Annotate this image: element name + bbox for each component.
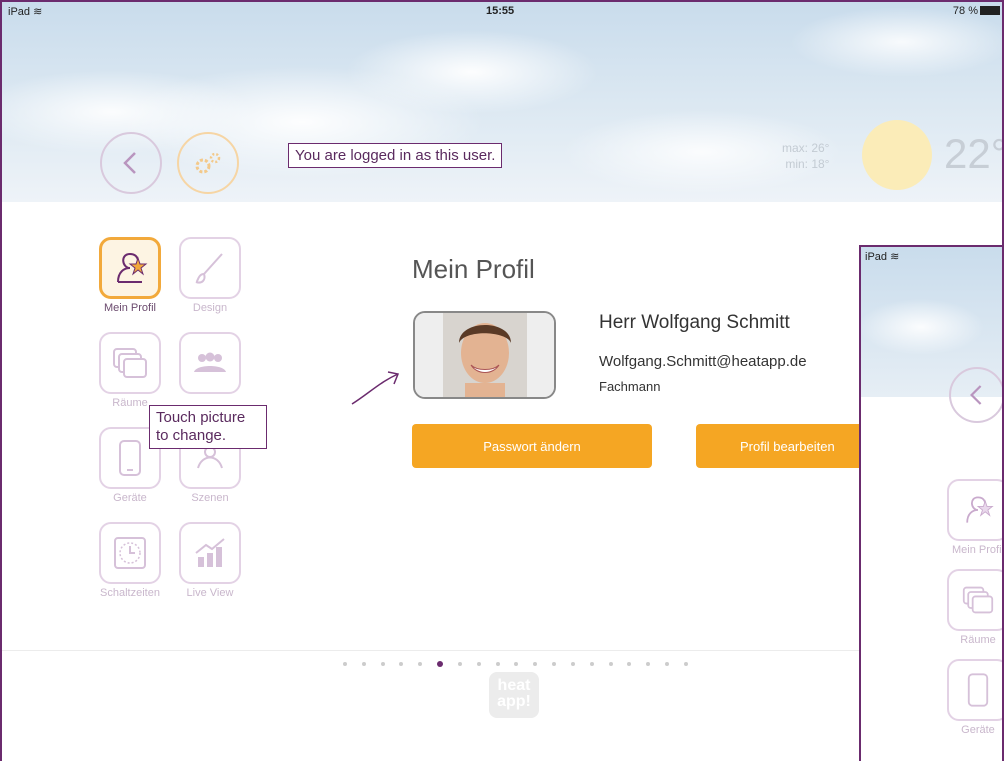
chevron-left-icon	[123, 152, 136, 174]
menu-item-rooms[interactable]: Räume	[97, 332, 163, 409]
menu-label: Schaltzeiten	[100, 587, 160, 599]
profile-name: Herr Wolfgang Schmitt	[599, 312, 790, 333]
page-dot[interactable]	[552, 662, 557, 666]
page-dot[interactable]	[495, 662, 500, 666]
page-dot[interactable]	[627, 662, 632, 666]
clock-icon	[114, 537, 146, 569]
page-dot[interactable]	[665, 662, 670, 666]
app-frame: iPad ≋ 15:55 78 % You are logged in as t…	[0, 0, 1004, 761]
menu-label: Geräte	[113, 492, 147, 504]
temp-min: min: 18°	[785, 157, 830, 171]
page-dot[interactable]	[457, 662, 462, 666]
arrow-icon	[351, 371, 400, 405]
tablet-icon	[119, 440, 141, 476]
divider	[2, 650, 1002, 651]
change-password-button[interactable]: Passwort ändern	[412, 424, 652, 468]
chart-icon	[195, 538, 225, 567]
battery-indicator: 78 %	[953, 5, 1000, 17]
page-dot-active[interactable]	[437, 661, 444, 667]
profile-email: Wolfgang.Schmitt@heatapp.de	[599, 353, 807, 370]
inset-menu-item-devices: Geräte	[945, 659, 1002, 736]
inset-menu-item-rooms: Räume	[945, 569, 1002, 646]
profile-picture[interactable]	[413, 311, 556, 399]
profile-star-icon	[117, 252, 148, 283]
page-dot[interactable]	[570, 662, 575, 666]
menu-item-schedules[interactable]: Schaltzeiten	[97, 522, 163, 599]
carrier-label: iPad ≋	[8, 6, 43, 18]
menu-label: Design	[192, 302, 228, 314]
menu-item-design[interactable]: Design	[177, 237, 243, 314]
profile-role: Fachmann	[599, 379, 661, 394]
page-title: Mein Profil	[412, 254, 535, 284]
page-dot[interactable]	[418, 662, 423, 666]
menu-item-live-view[interactable]: Live View	[177, 522, 243, 599]
wifi-icon: ≋	[33, 6, 43, 18]
page-dot[interactable]	[343, 662, 347, 666]
page-dot[interactable]	[646, 662, 651, 666]
page-dot[interactable]	[514, 662, 519, 666]
page-dot[interactable]	[683, 662, 688, 666]
menu-label: Mein Profil	[104, 302, 156, 314]
people-icon	[194, 352, 226, 372]
settings-button[interactable]	[177, 132, 239, 194]
page-dot[interactable]	[380, 662, 385, 666]
wifi-icon: ≋	[890, 251, 900, 263]
picture-callout: Touch picture to change.	[149, 405, 267, 449]
inset-screenshot: iPad ≋ Mein Profil Räume Geräte	[859, 245, 1002, 761]
page-dot[interactable]	[608, 662, 613, 666]
person-photo	[415, 313, 554, 397]
chevron-left-icon	[970, 385, 982, 405]
inset-menu-item-profile: Mein Profil	[945, 479, 1002, 556]
back-button[interactable]	[100, 132, 162, 194]
page-indicator[interactable]	[343, 661, 688, 672]
status-bar: iPad ≋ 15:55 78 %	[2, 2, 1002, 22]
inset-carrier: iPad ≋	[865, 251, 900, 263]
rooms-icon	[962, 586, 994, 614]
weather-widget: max: 26° min: 18° 22°	[762, 120, 1002, 200]
page-dot[interactable]	[589, 662, 594, 666]
status-time: 15:55	[486, 5, 515, 17]
heatapp-logo: heat app!	[489, 672, 539, 718]
battery-icon	[980, 6, 1000, 15]
temp-max: max: 26°	[782, 141, 830, 155]
menu-label: Szenen	[191, 492, 229, 504]
page-dot[interactable]	[399, 662, 404, 666]
gear-icon	[195, 152, 221, 174]
tablet-icon	[967, 673, 989, 707]
page-dot[interactable]	[476, 662, 481, 666]
menu-label: Live View	[186, 587, 234, 599]
rooms-icon	[113, 348, 147, 378]
menu-item-users[interactable]	[177, 332, 243, 397]
login-callout: You are logged in as this user.	[288, 143, 503, 168]
sun-icon	[862, 120, 932, 190]
menu-item-profile[interactable]: Mein Profil	[97, 237, 163, 314]
inset-back-button	[949, 367, 1002, 423]
page-dot[interactable]	[361, 662, 366, 666]
profile-star-icon	[966, 496, 994, 523]
brush-icon	[195, 253, 223, 284]
page-dot[interactable]	[533, 662, 538, 666]
current-temperature: 22°	[944, 130, 1004, 177]
